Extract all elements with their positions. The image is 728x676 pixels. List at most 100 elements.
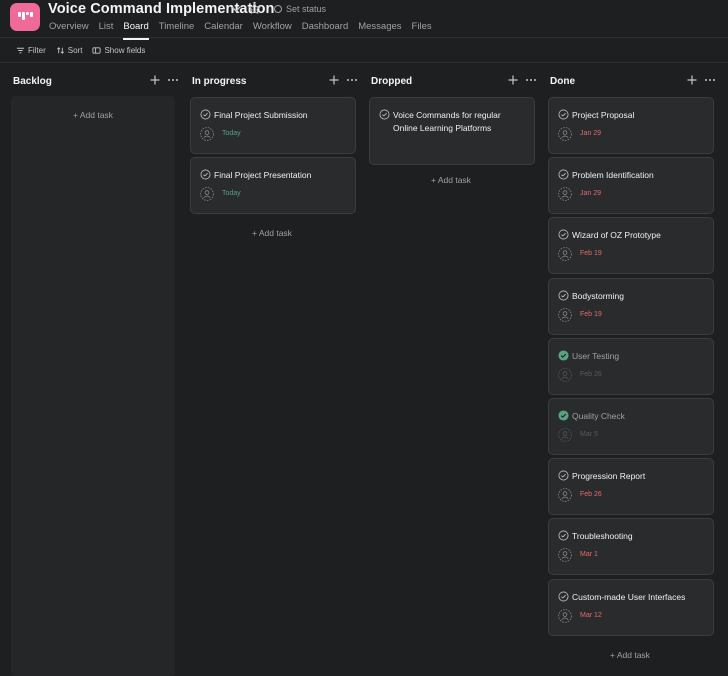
more-options-icon[interactable] xyxy=(704,74,716,86)
due-date[interactable]: Feb 19 xyxy=(580,311,602,318)
task-card[interactable]: Project Proposal Jan 29 xyxy=(548,97,714,154)
task-title: Troubleshooting xyxy=(572,531,633,542)
task-card[interactable]: Custom-made User Interfaces Mar 12 xyxy=(548,578,714,636)
tab-board[interactable]: Board xyxy=(123,21,149,40)
assignee-avatar-icon[interactable] xyxy=(558,187,572,201)
due-date[interactable]: Jan 29 xyxy=(580,190,601,197)
task-card[interactable]: Final Project Presentation Today xyxy=(190,157,356,215)
assignee-avatar-icon[interactable] xyxy=(558,428,572,442)
task-title: Final Project Submission xyxy=(214,110,308,120)
set-status-button[interactable]: Set status xyxy=(274,4,326,14)
due-date[interactable]: Feb 26 xyxy=(580,371,602,378)
task-title: User Testing xyxy=(572,350,620,361)
show-fields-button[interactable]: Show fields xyxy=(92,46,145,55)
assignee-avatar-icon[interactable] xyxy=(200,187,214,201)
tab-workflow[interactable]: Workflow xyxy=(253,21,292,40)
task-card[interactable]: Bodystorming Feb 19 xyxy=(548,277,714,335)
task-card[interactable]: Troubleshooting Mar 1 xyxy=(548,518,714,576)
task-card[interactable]: Final Project Submission Today xyxy=(190,97,356,154)
completed-check-icon[interactable] xyxy=(558,410,569,421)
task-card[interactable]: Problem Identification Jan 29 xyxy=(548,157,714,215)
assignee-avatar-icon[interactable] xyxy=(558,608,572,623)
due-date[interactable]: Mar 5 xyxy=(580,431,598,438)
tab-overview[interactable]: Overview xyxy=(49,21,89,40)
add-task-label: + Add task xyxy=(610,649,650,660)
check-circle-icon[interactable] xyxy=(558,591,569,602)
add-task-label: + Add task xyxy=(431,175,471,185)
check-circle-icon[interactable] xyxy=(558,229,569,240)
board-toolbar: Filter Sort Show fields xyxy=(0,39,728,63)
due-date[interactable]: Feb 19 xyxy=(580,250,602,257)
assignee-avatar-icon[interactable] xyxy=(558,247,572,262)
column-title[interactable]: In progress xyxy=(192,76,246,87)
assignee-avatar-icon[interactable] xyxy=(558,307,572,322)
task-title: Quality Check xyxy=(572,411,625,421)
check-circle-icon[interactable] xyxy=(558,530,569,541)
task-card[interactable]: Voice Commands for regular Online Learni… xyxy=(369,97,535,165)
due-date[interactable]: Mar 1 xyxy=(580,551,598,558)
column-backlog: Backlog xyxy=(11,68,181,96)
add-icon[interactable] xyxy=(686,74,698,86)
check-circle-icon[interactable] xyxy=(200,169,211,180)
due-date[interactable]: Feb 26 xyxy=(580,491,602,498)
filter-button[interactable]: Filter xyxy=(16,46,46,55)
project-icon[interactable] xyxy=(10,3,40,31)
due-date[interactable]: Today xyxy=(222,190,241,197)
column-in-progress: In progress xyxy=(190,68,360,96)
assignee-avatar-icon[interactable] xyxy=(200,127,214,141)
project-header: Voice Command Implementation Set status … xyxy=(0,0,728,40)
check-circle-icon[interactable] xyxy=(379,109,390,120)
check-circle-icon[interactable] xyxy=(558,109,569,120)
due-date[interactable]: Jan 29 xyxy=(580,130,601,137)
add-task-button-backlog[interactable]: + Add task xyxy=(73,110,113,120)
column-dropped: Dropped xyxy=(369,68,539,96)
add-icon[interactable] xyxy=(328,74,340,86)
more-options-icon[interactable] xyxy=(167,74,179,86)
add-task-label: + Add task xyxy=(73,110,113,120)
column-header: Backlog xyxy=(11,68,181,96)
tab-timeline[interactable]: Timeline xyxy=(159,21,195,40)
check-circle-icon[interactable] xyxy=(558,169,569,180)
task-card[interactable]: Progression Report Feb 26 xyxy=(548,458,714,516)
check-circle-icon[interactable] xyxy=(558,290,569,301)
assignee-avatar-icon[interactable] xyxy=(558,367,572,382)
add-task-button-dropped[interactable]: + Add task xyxy=(431,175,471,185)
star-icon[interactable] xyxy=(248,2,261,15)
task-title: Final Project Presentation xyxy=(214,170,312,181)
add-task-button-done[interactable]: + Add task xyxy=(610,650,650,660)
status-circle-icon xyxy=(274,5,282,13)
assignee-avatar-icon[interactable] xyxy=(558,488,572,502)
column-title[interactable]: Backlog xyxy=(13,76,52,87)
tab-dashboard[interactable]: Dashboard xyxy=(302,21,348,40)
task-card[interactable]: Wizard of OZ Prototype Feb 19 xyxy=(548,217,714,275)
more-options-icon[interactable] xyxy=(346,74,358,86)
task-title: Bodystorming xyxy=(572,290,624,301)
add-icon[interactable] xyxy=(507,74,519,86)
chevron-down-icon[interactable] xyxy=(230,3,242,15)
add-icon[interactable] xyxy=(149,74,161,86)
task-title: Custom-made User Interfaces xyxy=(572,591,686,602)
column-title[interactable]: Done xyxy=(550,76,575,87)
add-task-button-in-progress[interactable]: + Add task xyxy=(252,228,292,238)
column-title[interactable]: Dropped xyxy=(371,76,412,87)
column-header: Done xyxy=(548,68,718,96)
due-date[interactable]: Mar 12 xyxy=(580,612,602,619)
more-options-icon[interactable] xyxy=(525,74,537,86)
assignee-avatar-icon[interactable] xyxy=(558,548,572,563)
sort-button[interactable]: Sort xyxy=(56,46,82,55)
task-card[interactable]: User Testing Feb 26 xyxy=(548,337,714,395)
assignee-avatar-icon[interactable] xyxy=(558,127,572,141)
task-title: Wizard of OZ Prototype xyxy=(572,230,661,241)
tab-messages[interactable]: Messages xyxy=(358,21,401,40)
project-tabs: Overview List Board Timeline Calendar Workflo… xyxy=(49,21,432,40)
check-circle-icon[interactable] xyxy=(200,109,211,120)
tab-calendar[interactable]: Calendar xyxy=(204,21,243,40)
sort-icon xyxy=(56,47,64,54)
completed-check-icon[interactable] xyxy=(558,350,569,361)
tab-list[interactable]: List xyxy=(99,21,114,40)
due-date[interactable]: Today xyxy=(222,130,241,137)
tab-files[interactable]: Files xyxy=(412,21,432,40)
backlog-column-dropzone[interactable] xyxy=(11,96,175,676)
check-circle-icon[interactable] xyxy=(558,470,569,481)
task-card[interactable]: Quality Check Mar 5 xyxy=(548,398,714,455)
